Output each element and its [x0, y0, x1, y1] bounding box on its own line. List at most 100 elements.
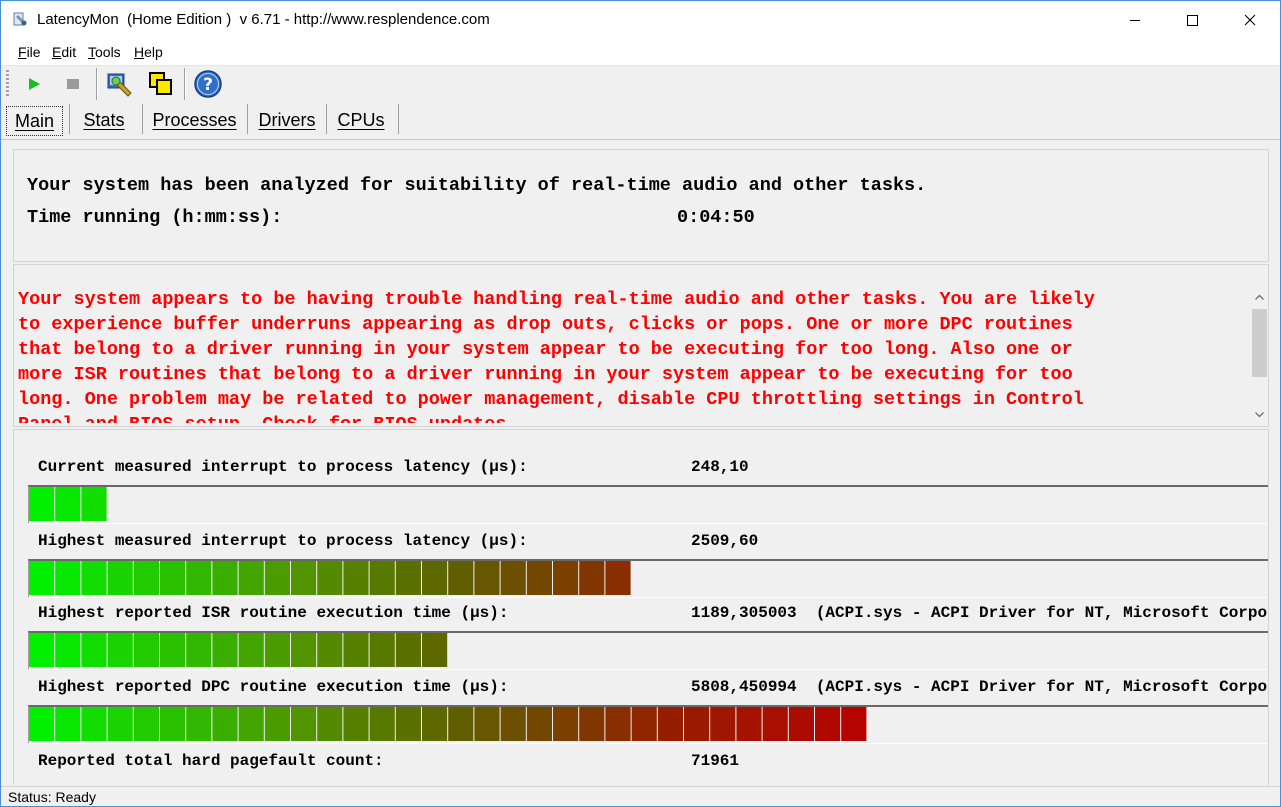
- bar-segment: [762, 707, 788, 741]
- menu-file-label: ile: [26, 44, 41, 60]
- highest-latency-segments: [29, 561, 631, 595]
- menu-tools[interactable]: Tools: [88, 44, 121, 60]
- isr-time-segments: [29, 633, 448, 667]
- app-window: LatencyMon (Home Edition ) v 6.71 - http…: [0, 0, 1281, 807]
- pagefault-count-label: Reported total hard pagefault count:: [38, 752, 384, 770]
- minimize-button[interactable]: [1106, 1, 1164, 39]
- menu-edit[interactable]: Edit: [52, 44, 76, 60]
- tab-cpus[interactable]: CPUs: [331, 106, 391, 134]
- app-icon: [13, 12, 27, 26]
- bar-segment: [186, 707, 212, 741]
- toolbar-separator: [96, 68, 98, 100]
- copy-button[interactable]: [146, 69, 176, 99]
- bar-segment: [186, 561, 212, 595]
- bar-segment: [736, 707, 762, 741]
- message-scrollbar[interactable]: [1251, 287, 1268, 426]
- scroll-thumb[interactable]: [1252, 309, 1267, 377]
- highest-latency-bar: [28, 559, 1268, 598]
- bar-segment: [133, 633, 159, 667]
- bar-segment: [81, 633, 107, 667]
- tab-separator: [142, 104, 143, 134]
- bar-segment: [788, 707, 814, 741]
- bar-segment: [212, 561, 238, 595]
- tab-drivers[interactable]: Drivers: [252, 106, 322, 134]
- bar-segment: [317, 561, 343, 595]
- close-button[interactable]: [1221, 1, 1279, 39]
- bar-segment: [317, 633, 343, 667]
- tab-processes-label: Processes: [152, 109, 237, 130]
- menu-help-label: elp: [144, 44, 163, 60]
- bar-segment: [395, 707, 421, 741]
- tab-processes[interactable]: Processes: [147, 106, 242, 134]
- current-latency-segments: [29, 487, 107, 521]
- bar-segment: [212, 707, 238, 741]
- bar-segment: [238, 707, 264, 741]
- tab-main-label: Main: [14, 110, 54, 131]
- tab-separator: [398, 104, 399, 134]
- tab-cpus-label: CPUs: [337, 109, 385, 130]
- start-button[interactable]: [19, 69, 49, 99]
- menu-edit-label: dit: [61, 44, 77, 60]
- metrics-panel: Current measured interrupt to process la…: [13, 429, 1269, 785]
- copy-icon: [149, 72, 172, 95]
- help-icon: ?: [194, 70, 222, 98]
- help-button[interactable]: ?: [193, 69, 223, 99]
- chevron-up-icon: [1255, 294, 1264, 300]
- current-latency-label: Current measured interrupt to process la…: [38, 458, 528, 476]
- bar-segment: [553, 561, 579, 595]
- bar-segment: [605, 707, 631, 741]
- toolbar: ?: [1, 66, 1280, 102]
- bar-segment: [841, 707, 867, 741]
- bar-segment: [422, 561, 448, 595]
- tab-separator: [247, 104, 248, 134]
- analyze-button[interactable]: [105, 69, 135, 99]
- status-text: Status: Ready: [8, 789, 96, 805]
- bar-segment: [343, 707, 369, 741]
- status-bar: Status: Ready: [1, 786, 1280, 806]
- scroll-down-button[interactable]: [1253, 407, 1266, 422]
- bar-segment: [107, 633, 133, 667]
- bar-segment: [160, 633, 186, 667]
- dpc-time-label: Highest reported DPC routine execution t…: [38, 678, 509, 696]
- bar-segment: [684, 707, 710, 741]
- bar-segment: [815, 707, 841, 741]
- menu-help-hotkey: H: [134, 44, 145, 60]
- bar-segment: [553, 707, 579, 741]
- bar-segment: [579, 707, 605, 741]
- bar-segment: [238, 561, 264, 595]
- bar-segment: [160, 707, 186, 741]
- isr-time-bar: [28, 631, 1268, 670]
- content-divider: [1, 139, 1280, 140]
- scroll-up-button[interactable]: [1253, 289, 1266, 304]
- bar-segment: [133, 561, 159, 595]
- svg-text:?: ?: [203, 75, 213, 95]
- bar-segment: [343, 633, 369, 667]
- tab-main[interactable]: Main: [6, 106, 63, 136]
- tab-separator: [69, 104, 70, 134]
- bar-segment: [212, 633, 238, 667]
- bar-segment: [55, 561, 81, 595]
- bar-segment: [500, 707, 526, 741]
- maximize-button[interactable]: [1163, 1, 1221, 39]
- bar-segment: [291, 707, 317, 741]
- toolbar-separator: [184, 68, 186, 100]
- stop-button[interactable]: [58, 69, 88, 99]
- current-latency-value: 248,10: [691, 458, 749, 476]
- bar-segment: [81, 487, 107, 521]
- isr-time-label: Highest reported ISR routine execution t…: [38, 604, 509, 622]
- bar-segment: [264, 561, 290, 595]
- bar-segment: [448, 707, 474, 741]
- stop-icon: [67, 79, 79, 89]
- highest-latency-value: 2509,60: [691, 532, 759, 550]
- menu-bar: File Edit Tools Help: [1, 39, 1280, 66]
- dpc-time-segments: [29, 707, 867, 741]
- bar-segment: [291, 561, 317, 595]
- tab-stats[interactable]: Stats: [73, 106, 135, 134]
- menu-file[interactable]: File: [18, 44, 41, 60]
- bar-segment: [422, 707, 448, 741]
- bar-segment: [81, 707, 107, 741]
- bar-segment: [605, 561, 631, 595]
- toolbar-grip[interactable]: [6, 70, 9, 98]
- menu-tools-label: ools: [95, 44, 121, 60]
- menu-help[interactable]: Help: [134, 44, 163, 60]
